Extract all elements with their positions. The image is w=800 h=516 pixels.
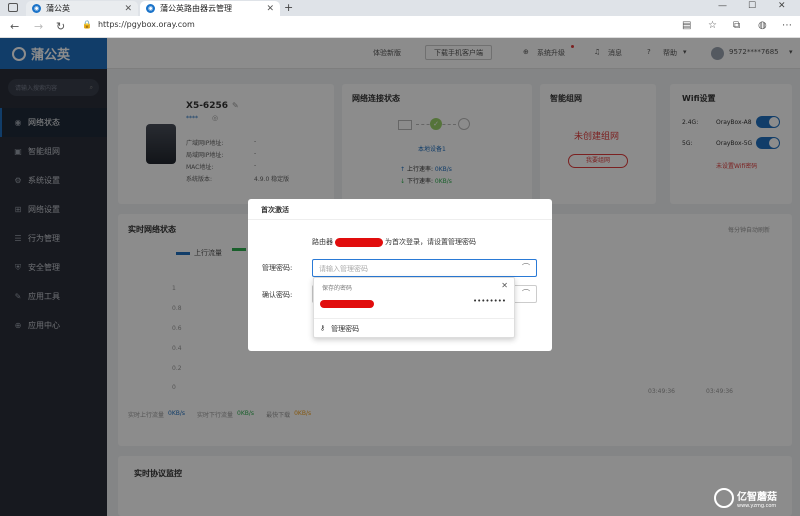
- reader-icon[interactable]: ▤: [682, 20, 691, 31]
- browser-tab-1[interactable]: ◉ 蒲公英 ✕: [26, 1, 138, 16]
- new-tab-button[interactable]: +: [284, 1, 293, 14]
- divider: [314, 318, 514, 319]
- profile-icon[interactable]: ◍: [758, 20, 767, 31]
- eye-closed-icon[interactable]: ⌒: [522, 288, 530, 299]
- redaction-mark: [320, 300, 374, 308]
- tab-title: 蒲公英: [46, 4, 70, 13]
- close-tab-icon[interactable]: ✕: [266, 4, 274, 14]
- watermark-site: www.yzmg.com: [737, 502, 777, 509]
- watermark-logo-icon: [714, 488, 734, 508]
- more-icon[interactable]: ⋯: [782, 20, 792, 31]
- password-input[interactable]: 请输入管理密码 ⌒: [312, 259, 537, 277]
- tab-actions-icon[interactable]: [8, 3, 18, 12]
- favicon-icon: ◉: [32, 4, 41, 13]
- browser-tab-2[interactable]: ◉ 蒲公英路由器云管理 ✕: [140, 1, 280, 16]
- forward-icon[interactable]: →: [34, 20, 43, 33]
- favicon-icon: ◉: [146, 4, 155, 13]
- dialog-title: 首次激活: [248, 199, 552, 220]
- password-placeholder: 请输入管理密码: [319, 265, 368, 273]
- tab-title: 蒲公英路由器云管理: [160, 4, 232, 13]
- watermark-brand: 亿智蘑菇: [737, 491, 777, 503]
- lock-icon: 🔒: [82, 20, 92, 29]
- url-field[interactable]: 🔒 https://pgybox.oray.com: [82, 20, 195, 29]
- browser-tab-bar: ◉ 蒲公英 ✕ ◉ 蒲公英路由器云管理 ✕ + — ☐ ✕: [0, 0, 800, 16]
- collections-icon[interactable]: ⧉: [733, 20, 740, 31]
- confirm-password-label: 确认密码:: [262, 291, 293, 299]
- saved-password-dots: ••••••••: [472, 297, 506, 305]
- redaction-mark: [335, 237, 383, 247]
- minimize-button[interactable]: —: [718, 1, 727, 11]
- password-label: 管理密码:: [262, 264, 293, 272]
- back-icon[interactable]: ←: [10, 20, 19, 33]
- eye-closed-icon[interactable]: ⌒: [522, 262, 530, 273]
- saved-password-dropdown: 保存的密码 ✕ •••••••• ⚷ 管理密码: [313, 277, 515, 338]
- watermark: 亿智蘑菇 www.yzmg.com: [714, 484, 794, 512]
- address-bar: ← → ↻ 🔒 https://pgybox.oray.com ▤ ☆ ⧉ ◍ …: [0, 16, 800, 38]
- url-text: https://pgybox.oray.com: [97, 20, 195, 29]
- close-tab-icon[interactable]: ✕: [124, 4, 132, 14]
- close-icon[interactable]: ✕: [501, 281, 508, 290]
- favorite-star-icon[interactable]: ☆: [708, 20, 717, 31]
- maximize-button[interactable]: ☐: [748, 1, 756, 11]
- reload-icon[interactable]: ↻: [56, 20, 65, 33]
- dialog-message: 路由器 为首次登录，请设置管理密码: [312, 237, 476, 247]
- key-icon: ⚷: [320, 324, 326, 332]
- saved-password-header: 保存的密码: [322, 285, 353, 292]
- close-window-button[interactable]: ✕: [778, 1, 786, 11]
- manage-passwords-link[interactable]: ⚷ 管理密码: [320, 324, 359, 334]
- saved-credential-item[interactable]: ••••••••: [314, 295, 514, 312]
